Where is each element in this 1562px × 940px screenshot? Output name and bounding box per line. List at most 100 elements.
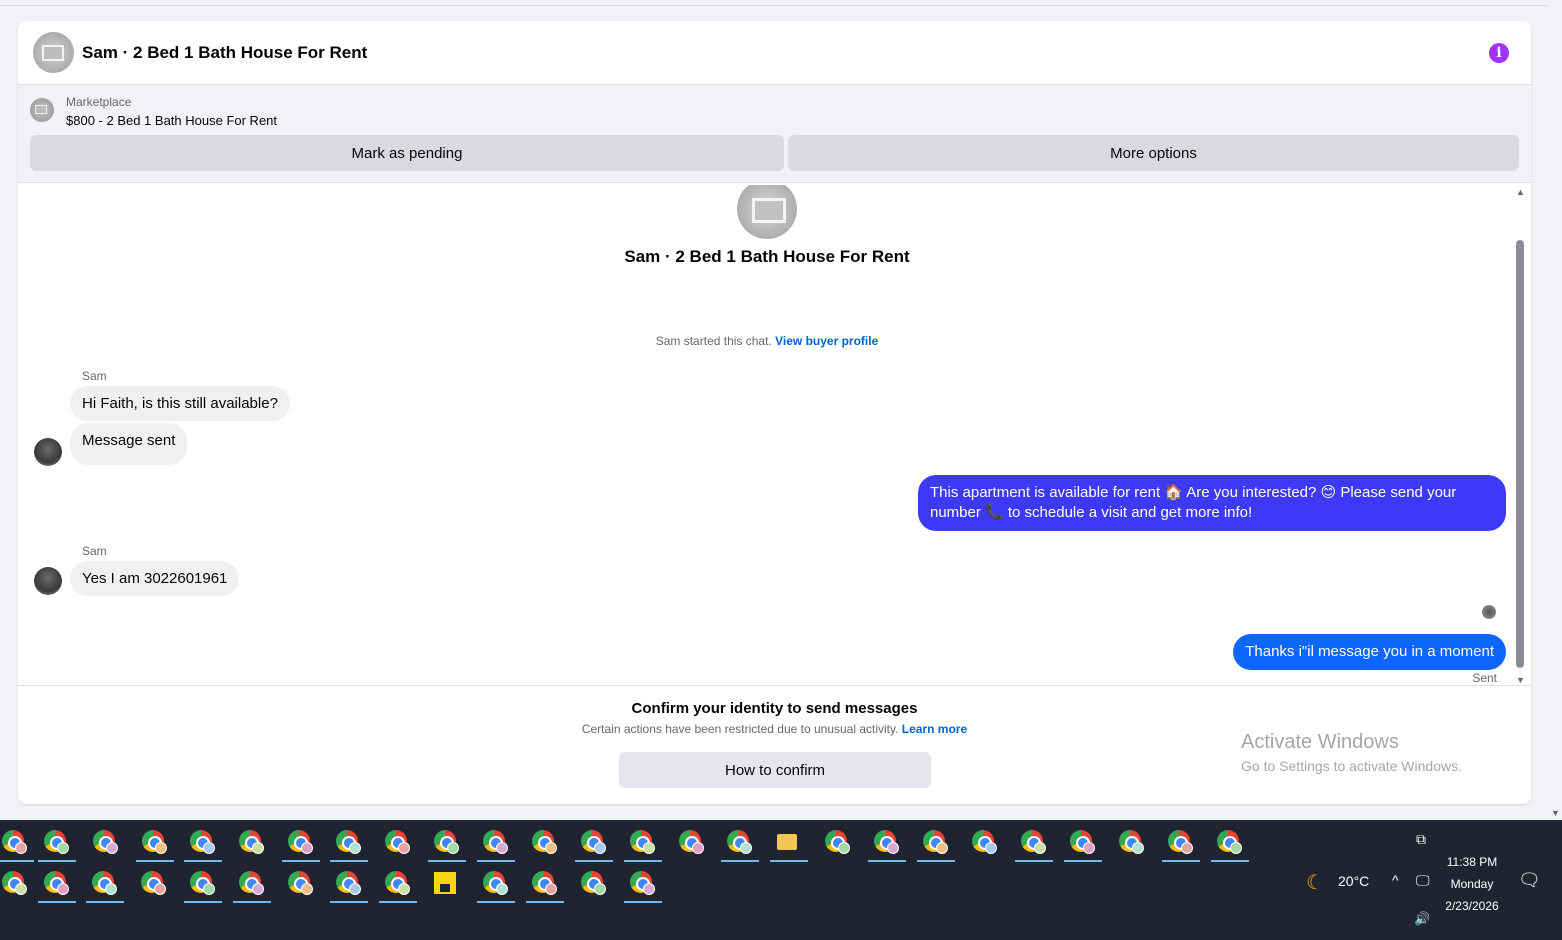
taskbar-clock[interactable]: 11:38 PM Monday 2/23/2026 <box>1432 851 1512 917</box>
outgoing-message[interactable]: This apartment is available for rent 🏠 A… <box>918 475 1506 531</box>
profile-badge-icon <box>838 842 850 854</box>
running-indicator <box>38 901 76 903</box>
sender-avatar[interactable] <box>34 567 62 595</box>
moon-icon[interactable]: ☾ <box>1306 870 1324 895</box>
profile-badge-icon <box>155 842 167 854</box>
chrome-profile-icon[interactable] <box>866 822 906 862</box>
volume-icon[interactable]: 🔊 <box>1414 911 1430 927</box>
thread-scrollbar[interactable]: ▲ ▼ <box>1515 185 1527 687</box>
chrome-profile-icon[interactable] <box>964 822 1002 862</box>
profile-badge-icon <box>545 883 557 895</box>
running-indicator <box>624 860 662 862</box>
scroll-up-arrow-icon[interactable]: ▲ <box>1516 187 1525 197</box>
chrome-profile-icon[interactable] <box>377 863 417 903</box>
chrome-profile-icon[interactable] <box>524 863 564 903</box>
learn-more-link[interactable]: Learn more <box>902 722 967 736</box>
running-indicator <box>86 901 124 903</box>
chrome-profile-icon[interactable] <box>671 822 709 862</box>
chevron-up-icon[interactable]: ^ <box>1392 872 1399 888</box>
sender-avatar[interactable] <box>34 438 62 466</box>
conversation-title[interactable]: Sam · 2 Bed 1 Bath House For Rent <box>82 43 367 63</box>
chrome-profile-icon[interactable] <box>36 822 76 862</box>
chrome-profile-icon[interactable] <box>719 822 759 862</box>
watermark-title: Activate Windows <box>1241 731 1399 753</box>
more-options-button[interactable]: More options <box>788 135 1519 171</box>
profile-badge-icon <box>936 842 948 854</box>
message-thread[interactable]: Sam · 2 Bed 1 Bath House For Rent Sam st… <box>18 185 1531 687</box>
chrome-profile-icon[interactable] <box>1062 822 1102 862</box>
notification-center-icon[interactable]: 🗨 <box>1518 870 1541 891</box>
chrome-profile-icon[interactable] <box>280 822 320 862</box>
running-indicator <box>330 901 368 903</box>
chrome-profile-icon[interactable] <box>475 822 515 862</box>
mark-as-pending-button[interactable]: Mark as pending <box>30 135 784 171</box>
profile-badge-icon <box>985 842 997 854</box>
chrome-profile-icon[interactable] <box>231 822 269 862</box>
chrome-profile-icon[interactable] <box>280 863 318 903</box>
chrome-profile-icon[interactable] <box>573 822 613 862</box>
profile-badge-icon <box>203 842 215 854</box>
listing-thumbnail[interactable] <box>30 98 54 122</box>
outgoing-message[interactable]: Thanks i"il message you in a moment <box>1233 634 1506 670</box>
scrollbar-thumb[interactable] <box>1516 240 1524 668</box>
chrome-profile-icon[interactable] <box>84 863 124 903</box>
scroll-down-arrow-icon[interactable]: ▼ <box>1516 675 1525 685</box>
chrome-profile-icon[interactable] <box>328 822 368 862</box>
running-indicator <box>428 860 466 862</box>
listing-avatar[interactable] <box>33 32 74 73</box>
chrome-profile-icon[interactable] <box>85 822 123 862</box>
running-indicator <box>379 901 417 903</box>
running-indicator <box>136 860 174 862</box>
profile-badge-icon <box>398 883 410 895</box>
chat-started-notice: Sam started this chat. View buyer profil… <box>18 334 1516 348</box>
running-indicator <box>721 860 759 862</box>
listing-actions: Mark as pending More options <box>30 135 1519 171</box>
incoming-message[interactable]: Yes I am 3022601961 <box>70 561 240 596</box>
chrome-profile-icon[interactable] <box>475 863 515 903</box>
chrome-profile-icon[interactable] <box>0 822 34 862</box>
chrome-profile-icon[interactable] <box>817 822 855 862</box>
chrome-profile-icon[interactable] <box>1209 822 1249 862</box>
meet-now-icon[interactable]: ⧉ <box>1416 831 1426 848</box>
chrome-profile-icon[interactable] <box>0 863 32 903</box>
confirm-subtitle-text: Certain actions have been restricted due… <box>581 722 899 736</box>
chrome-profile-icon[interactable] <box>182 822 222 862</box>
chrome-profile-icon[interactable] <box>377 822 415 862</box>
chrome-profile-icon[interactable] <box>133 863 171 903</box>
clock-date: 2/23/2026 <box>1445 899 1499 913</box>
chrome-profile-icon[interactable] <box>622 863 662 903</box>
chrome-profile-icon[interactable] <box>573 863 611 903</box>
view-buyer-profile-link[interactable]: View buyer profile <box>775 334 878 348</box>
chrome-profile-icon[interactable] <box>1160 822 1200 862</box>
profile-badge-icon <box>252 883 264 895</box>
chrome-profile-icon[interactable] <box>36 863 76 903</box>
profile-badge-icon <box>1181 842 1193 854</box>
network-icon[interactable]: 🖵 <box>1416 872 1430 889</box>
marketplace-label: Marketplace <box>66 95 132 109</box>
running-indicator <box>770 860 808 862</box>
scroll-down-arrow-icon[interactable]: ▼ <box>1551 808 1560 818</box>
chrome-profile-icon[interactable] <box>328 863 368 903</box>
how-to-confirm-button[interactable]: How to confirm <box>619 752 931 788</box>
incoming-message[interactable]: Hi Faith, is this still available? <box>70 386 290 421</box>
profile-badge-icon <box>1230 842 1242 854</box>
chrome-profile-icon[interactable] <box>915 822 955 862</box>
chrome-profile-icon[interactable] <box>231 863 271 903</box>
profile-badge-icon <box>740 842 752 854</box>
chrome-profile-icon[interactable] <box>1013 822 1053 862</box>
chrome-profile-icon[interactable] <box>622 822 662 862</box>
chrome-profile-icon[interactable] <box>134 822 174 862</box>
chat-started-text: Sam started this chat. <box>655 334 772 348</box>
info-icon[interactable]: i <box>1489 43 1509 63</box>
sticky-notes-icon[interactable] <box>426 863 464 903</box>
chrome-profile-icon[interactable] <box>1111 822 1149 862</box>
incoming-message[interactable]: Message sent <box>70 423 188 465</box>
running-indicator <box>0 860 34 862</box>
weather-temperature[interactable]: 20°C <box>1338 873 1369 889</box>
listing-price-title[interactable]: $800 - 2 Bed 1 Bath House For Rent <box>66 113 277 128</box>
chrome-profile-icon[interactable] <box>426 822 466 862</box>
chrome-profile-icon[interactable] <box>182 863 222 903</box>
page-scrollbar[interactable]: ▼ <box>1548 0 1562 820</box>
file-explorer-icon[interactable] <box>768 822 808 862</box>
chrome-profile-icon[interactable] <box>524 822 562 862</box>
